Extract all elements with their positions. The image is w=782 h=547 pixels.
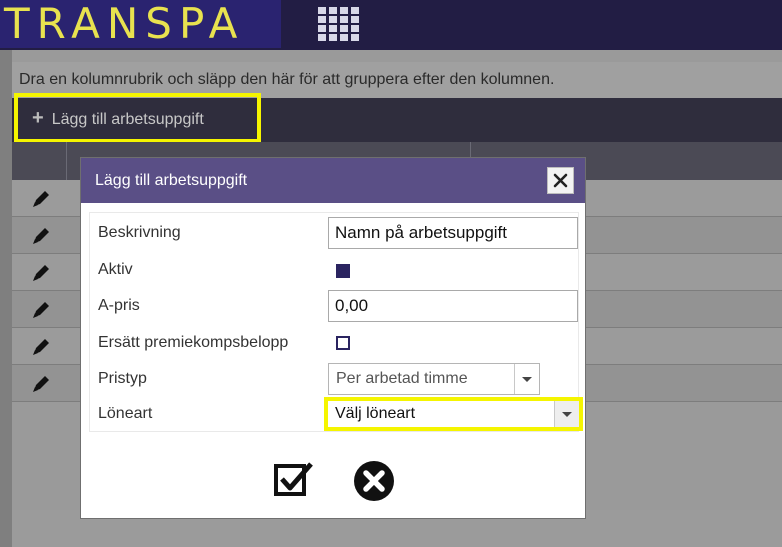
top-header: TRANSPA: [0, 0, 782, 50]
add-task-dialog: Lägg till arbetsuppgift Beskrivning Akti…: [80, 157, 586, 519]
app-logo: TRANSPA: [0, 0, 281, 48]
unit-price-label: A-pris: [98, 297, 140, 314]
price-type-select[interactable]: Per arbetad timme: [328, 363, 540, 395]
add-task-label: Lägg till arbetsuppgift: [51, 111, 204, 128]
price-type-label: Pristyp: [98, 370, 147, 387]
chevron-down-icon[interactable]: [514, 364, 539, 394]
dialog-title: Lägg till arbetsuppgift: [81, 158, 585, 203]
pencil-icon[interactable]: [30, 299, 52, 321]
pencil-icon[interactable]: [30, 225, 52, 247]
description-label: Beskrivning: [98, 224, 181, 241]
active-label: Aktiv: [98, 261, 133, 278]
add-task-button[interactable]: + Lägg till arbetsuppgift: [14, 93, 261, 143]
description-input[interactable]: [328, 217, 578, 249]
unit-price-input[interactable]: [328, 290, 578, 322]
pencil-icon[interactable]: [30, 262, 52, 284]
task-form: Beskrivning Aktiv A-pris Ersätt premieko…: [89, 212, 583, 432]
close-icon: [553, 173, 568, 188]
pencil-icon[interactable]: [30, 188, 52, 210]
close-button[interactable]: [547, 167, 574, 194]
replace-bonus-checkbox[interactable]: [336, 336, 350, 350]
grid-apps-icon[interactable]: [318, 7, 359, 42]
chevron-down-icon[interactable]: [554, 401, 579, 427]
wage-type-select[interactable]: Välj löneart: [324, 397, 583, 431]
checkmark-save-icon[interactable]: [273, 460, 317, 498]
replace-bonus-label: Ersätt premiekompsbelopp: [98, 334, 289, 351]
cancel-x-icon[interactable]: [353, 460, 395, 502]
pencil-icon[interactable]: [30, 336, 52, 358]
plus-icon: +: [32, 107, 44, 129]
wage-type-value: Välj löneart: [335, 405, 416, 422]
pencil-icon[interactable]: [30, 373, 52, 395]
active-checkbox[interactable]: [336, 264, 350, 278]
price-type-value: Per arbetad timme: [336, 370, 468, 387]
wage-type-label: Löneart: [98, 405, 153, 422]
